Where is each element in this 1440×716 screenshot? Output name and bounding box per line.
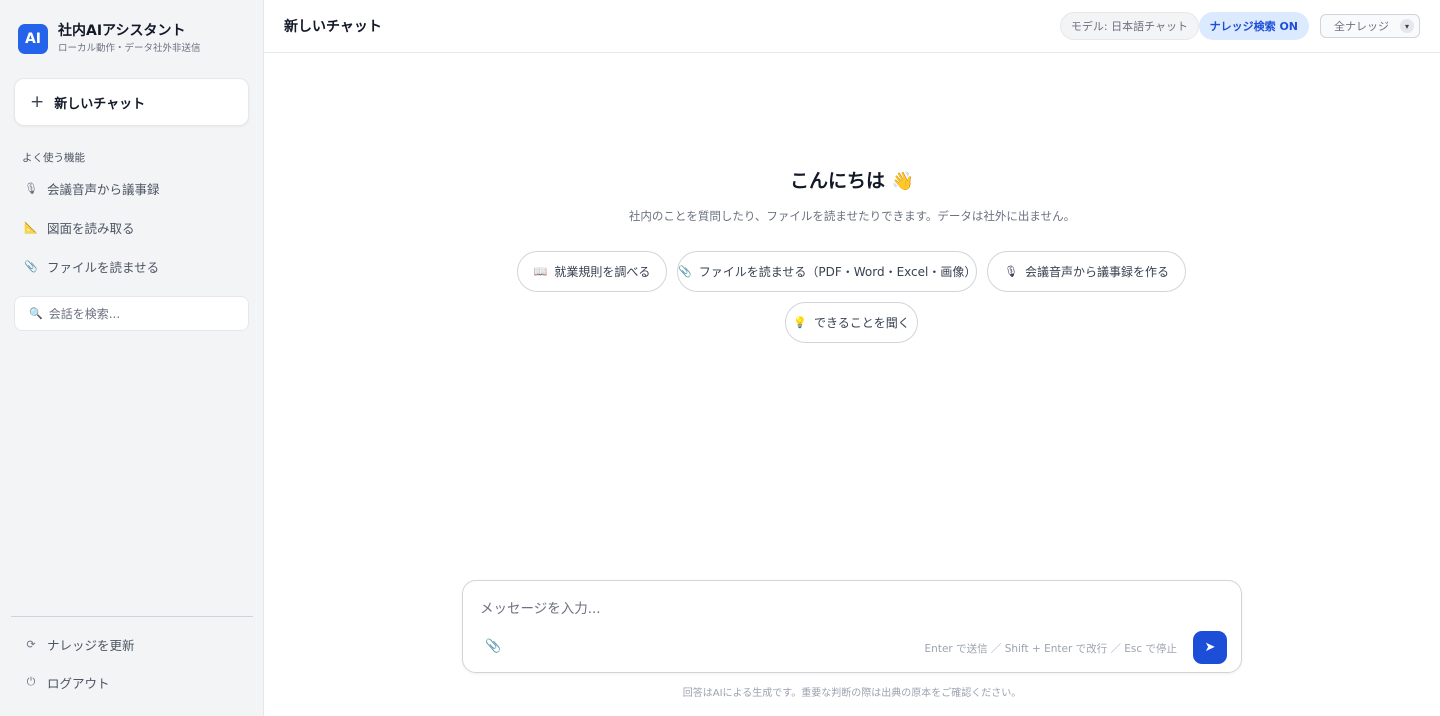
search-icon: 🔍 <box>29 307 43 320</box>
ai-disclaimer: 回答はAIによる生成です。重要な判断の際は出典の原本をご確認ください。 <box>682 688 1022 699</box>
new-chat-button[interactable]: + 新しいチャット <box>14 78 249 126</box>
suggestion-label: できることを聞く <box>813 316 910 330</box>
app-title: 社内AIアシスタント <box>58 23 186 39</box>
suggestion-label: ファイルを読ませる（PDF・Word・Excel・画像） <box>698 265 977 279</box>
suggestion-work-rules[interactable]: 📖 就業規則を調べる <box>517 251 667 292</box>
model-badge: モデル: 日本語チャット <box>1059 12 1199 40</box>
refresh-icon: ⟳ <box>26 637 36 651</box>
plus-icon: + <box>30 91 45 112</box>
sidebar-item-read-file[interactable]: 📎 ファイルを読ませる <box>14 250 249 282</box>
chat-header: 新しいチャット モデル: 日本語チャット ナレッジ検索 ON 全ナレッジ ▾ <box>264 0 1440 53</box>
new-chat-label: 新しいチャット <box>54 96 146 112</box>
keyboard-hint: Enter で送信 ／ Shift + Enter で改行 ／ Esc で停止 <box>924 643 1177 655</box>
greeting-title: こんにちは 👋 <box>264 166 1440 193</box>
logout-label: ログアウト <box>47 675 110 691</box>
sidebar-item-label: 会議音声から議事録 <box>47 181 160 197</box>
app-root: AI 社内AIアシスタント ローカル動作・データ社外非送信 + 新しいチャット … <box>0 0 1440 716</box>
message-input[interactable] <box>480 597 1220 621</box>
message-composer: 📎 Enter で送信 ／ Shift + Enter で改行 ／ Esc で停… <box>462 580 1242 673</box>
suggestion-label: 就業規則を調べる <box>554 265 651 279</box>
app-logo: AI <box>18 23 48 54</box>
power-icon: ⏻ <box>26 675 36 688</box>
suggestion-label: 会議音声から議事録を作る <box>1024 265 1169 279</box>
attach-file-icon[interactable]: 📎 <box>485 639 501 654</box>
suggestion-capabilities[interactable]: 💡 できることを聞く <box>785 302 918 343</box>
knowledge-select[interactable]: 全ナレッジ ▾ <box>1320 14 1420 38</box>
welcome-hero: こんにちは 👋 社内のことを質問したり、ファイルを読ませたりできます。データは社… <box>264 166 1440 224</box>
greeting-subtitle: 社内のことを質問したり、ファイルを読ませたりできます。データは社外に出ません。 <box>628 209 1076 223</box>
send-button[interactable]: ➤ <box>1193 631 1227 664</box>
microphone-icon: 🎙 <box>1004 265 1018 278</box>
section-label-frequent: よく使う機能 <box>22 152 85 164</box>
waving-hand-icon: 👋 <box>891 171 915 192</box>
knowledge-select-value: 全ナレッジ <box>1334 20 1389 33</box>
book-icon: 📖 <box>533 265 548 278</box>
lightbulb-icon: 💡 <box>793 316 807 329</box>
ruler-triangle-icon: 📐 <box>24 220 38 234</box>
paperclip-icon: 📎 <box>678 265 692 278</box>
sidebar-divider <box>11 616 253 617</box>
sidebar-item-meeting-minutes[interactable]: 🎙 会議音声から議事録 <box>14 172 249 204</box>
suggestion-meeting-minutes[interactable]: 🎙 会議音声から議事録を作る <box>987 251 1186 292</box>
logout-button[interactable]: ⏻ ログアウト <box>14 666 249 698</box>
sidebar-item-read-drawing[interactable]: 📐 図面を読み取る <box>14 211 249 243</box>
brand: AI 社内AIアシスタント ローカル動作・データ社外非送信 <box>18 22 201 55</box>
page-title: 新しいチャット <box>284 19 382 35</box>
knowledge-search-toggle[interactable]: ナレッジ検索 ON <box>1198 12 1309 40</box>
conversation-search: 🔍 <box>14 296 249 331</box>
main-panel: 新しいチャット モデル: 日本語チャット ナレッジ検索 ON 全ナレッジ ▾ こ… <box>264 0 1440 716</box>
sidebar-item-label: 図面を読み取る <box>47 220 135 236</box>
chevron-down-icon: ▾ <box>1400 19 1414 33</box>
search-input[interactable] <box>48 306 239 321</box>
greeting-text: こんにちは <box>789 170 885 192</box>
app-subtitle: ローカル動作・データ社外非送信 <box>58 43 201 54</box>
suggestion-read-file[interactable]: 📎 ファイルを読ませる（PDF・Word・Excel・画像） <box>677 251 977 292</box>
refresh-knowledge-label: ナレッジを更新 <box>47 637 135 653</box>
refresh-knowledge-button[interactable]: ⟳ ナレッジを更新 <box>14 628 249 660</box>
sidebar-item-label: ファイルを読ませる <box>47 259 160 275</box>
brand-text: 社内AIアシスタント ローカル動作・データ社外非送信 <box>58 22 201 55</box>
microphone-icon: 🎙 <box>24 181 38 195</box>
send-icon: ➤ <box>1204 640 1216 655</box>
sidebar: AI 社内AIアシスタント ローカル動作・データ社外非送信 + 新しいチャット … <box>0 0 264 716</box>
paperclip-icon: 📎 <box>24 259 38 273</box>
